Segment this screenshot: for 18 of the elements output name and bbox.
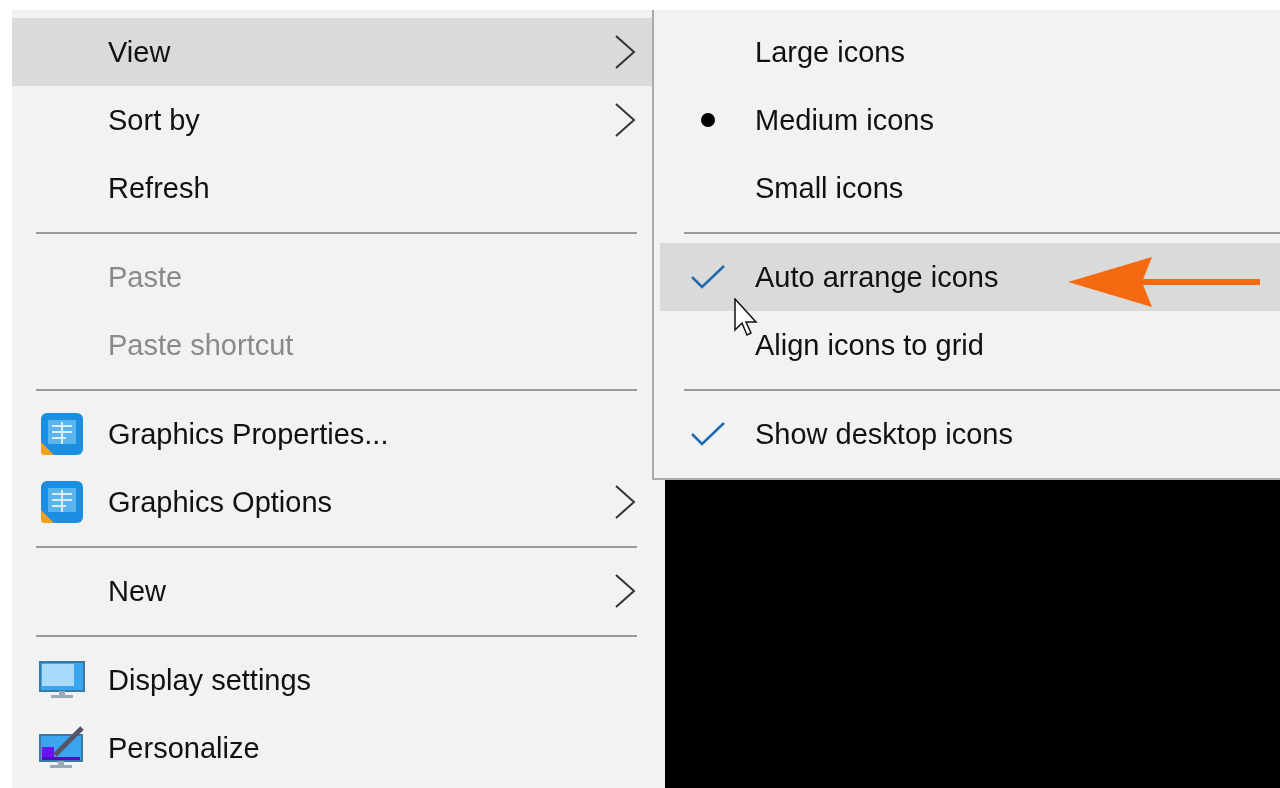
menu-item[interactable]: Medium icons bbox=[660, 86, 1280, 154]
menu-item[interactable]: Display settings bbox=[12, 646, 652, 714]
menu-item[interactable]: Refresh bbox=[12, 154, 652, 222]
menu-item[interactable]: Show desktop icons bbox=[660, 400, 1280, 468]
menu-item[interactable]: Graphics Options bbox=[12, 468, 652, 536]
menu-item[interactable]: View bbox=[12, 18, 652, 86]
graphics-app-icon bbox=[40, 412, 84, 456]
menu-item[interactable]: Small icons bbox=[660, 154, 1280, 222]
monitor-icon bbox=[39, 661, 85, 699]
menu-item[interactable]: Align icons to grid bbox=[660, 311, 1280, 379]
monitor-brush-icon bbox=[39, 725, 85, 771]
menu-item[interactable]: Graphics Properties... bbox=[12, 400, 652, 468]
menu-item[interactable]: Sort by bbox=[12, 86, 652, 154]
menu-item[interactable]: New bbox=[12, 557, 652, 625]
menu-item[interactable]: Large icons bbox=[660, 18, 1280, 86]
menu-item[interactable]: Personalize bbox=[12, 714, 652, 782]
graphics-app-icon bbox=[40, 480, 84, 524]
menu-item[interactable]: Auto arrange icons bbox=[660, 243, 1280, 311]
